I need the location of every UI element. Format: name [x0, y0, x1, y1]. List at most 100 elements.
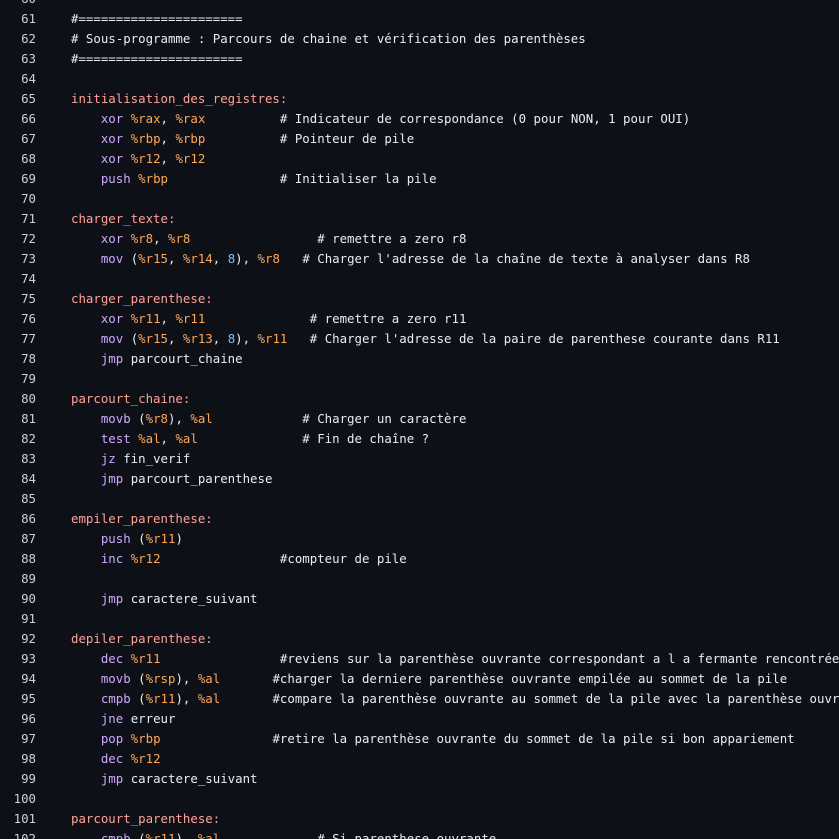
code-line[interactable]: 88 inc %r12 #compteur de pile	[0, 549, 839, 569]
code-token: ,	[160, 311, 176, 326]
code-line[interactable]: 100	[0, 789, 839, 809]
line-number: 74	[21, 271, 36, 286]
code-line[interactable]: 85	[0, 489, 839, 509]
code-token: ,	[168, 331, 183, 346]
code-line[interactable]: 81 movb (%r8), %al # Charger un caractèr…	[0, 409, 839, 429]
line-number: 93	[21, 651, 36, 666]
code-line[interactable]: 67 xor %rbp, %rbp # Pointeur de pile	[0, 129, 839, 149]
code-line[interactable]: 74	[0, 269, 839, 289]
line-number: 76	[21, 311, 36, 326]
code-token: dec	[100, 751, 124, 766]
line-content: xor %r12, %r12	[36, 149, 205, 169]
line-content: mov (%r15, %r14, 8), %r8 # Charger l'adr…	[36, 249, 750, 269]
code-token: # Sous-programme : Parcours de chaine et…	[71, 31, 586, 46]
code-token: depiler_parenthese:	[71, 631, 213, 646]
code-line[interactable]: 65 initialisation_des_registres:	[0, 89, 839, 109]
line-number: 99	[21, 771, 36, 786]
code-line[interactable]: 102 cmpb (%r11), %al # Si parenthese ouv…	[0, 829, 839, 839]
code-line[interactable]: 86 empiler_parenthese:	[0, 509, 839, 529]
code-line[interactable]: 97 pop %rbp #retire la parenthèse ouvran…	[0, 729, 839, 749]
code-line[interactable]: 63 #======================	[0, 49, 839, 69]
code-line[interactable]: 75 charger_parenthese:	[0, 289, 839, 309]
code-line[interactable]: 76 xor %r11, %r11 # remettre a zero r11	[0, 309, 839, 329]
code-token: jmp	[100, 591, 124, 606]
line-number: 95	[21, 691, 36, 706]
line-content: jz fin_verif	[36, 449, 191, 469]
code-line[interactable]: 83 jz fin_verif	[0, 449, 839, 469]
code-line[interactable]: 79	[0, 369, 839, 389]
code-line[interactable]: 94 movb (%rsp), %al #charger la derniere…	[0, 669, 839, 689]
code-token: %r12	[130, 151, 161, 166]
line-number: 94	[21, 671, 36, 686]
line-content: charger_parenthese:	[36, 289, 213, 309]
line-number: 90	[21, 591, 36, 606]
code-line[interactable]: 68 xor %r12, %r12	[0, 149, 839, 169]
code-token: empiler_parenthese:	[71, 511, 213, 526]
code-token: (	[130, 691, 146, 706]
code-line[interactable]: 73 mov (%r15, %r14, 8), %r8 # Charger l'…	[0, 249, 839, 269]
code-line[interactable]: 101 parcourt_parenthese:	[0, 809, 839, 829]
code-editor[interactable]: 60 61 #====================== 62 # Sous-prog…	[0, 0, 839, 839]
code-token: parcourt_chaine	[123, 351, 243, 366]
code-line[interactable]: 70	[0, 189, 839, 209]
line-number: 71	[21, 211, 36, 226]
code-line[interactable]: 69 push %rbp # Initialiser la pile	[0, 169, 839, 189]
code-lines: 60 61 #====================== 62 # Sous-prog…	[0, 0, 839, 839]
code-token: ),	[235, 251, 258, 266]
code-line[interactable]: 78 jmp parcourt_chaine	[0, 349, 839, 369]
code-line[interactable]: 77 mov (%r15, %r13, 8), %r11 # Charger l…	[0, 329, 839, 349]
code-token: test	[100, 431, 131, 446]
code-line[interactable]: 80 parcourt_chaine:	[0, 389, 839, 409]
code-line[interactable]: 96 jne erreur	[0, 709, 839, 729]
code-token: %al	[197, 691, 221, 706]
line-content: push (%r11)	[36, 529, 183, 549]
code-line[interactable]: 89	[0, 569, 839, 589]
code-line[interactable]: 87 push (%r11)	[0, 529, 839, 549]
code-token: # Charger l'adresse de la paire de paren…	[287, 331, 780, 346]
code-line[interactable]: 92 depiler_parenthese:	[0, 629, 839, 649]
code-line[interactable]: 95 cmpb (%r11), %al #compare la parenthè…	[0, 689, 839, 709]
code-line[interactable]: 90 jmp caractere_suivant	[0, 589, 839, 609]
code-line[interactable]: 60	[0, 0, 839, 9]
code-line[interactable]: 91	[0, 609, 839, 629]
line-content: xor %rbp, %rbp # Pointeur de pile	[36, 129, 414, 149]
line-number: 63	[21, 51, 36, 66]
code-token: ),	[175, 831, 198, 839]
code-token: push	[100, 171, 131, 186]
code-line[interactable]: 62 # Sous-programme : Parcours de chaine …	[0, 29, 839, 49]
code-line[interactable]: 66 xor %rax, %rax # Indicateur de corres…	[0, 109, 839, 129]
line-number: 68	[21, 151, 36, 166]
line-number: 67	[21, 131, 36, 146]
line-number: 80	[21, 391, 36, 406]
code-token: xor	[100, 311, 124, 326]
code-token: %al	[190, 411, 213, 426]
code-token: #retire la parenthèse ouvrante du sommet…	[160, 731, 795, 746]
code-token: %r12	[175, 151, 206, 166]
code-line[interactable]: 82 test %al, %al # Fin de chaîne ?	[0, 429, 839, 449]
code-line[interactable]: 84 jmp parcourt_parenthese	[0, 469, 839, 489]
line-content: jmp parcourt_parenthese	[36, 469, 273, 489]
line-content: test %al, %al # Fin de chaîne ?	[36, 429, 429, 449]
code-line[interactable]: 93 dec %r11 #reviens sur la parenthèse o…	[0, 649, 839, 669]
code-line[interactable]: 61 #======================	[0, 9, 839, 29]
code-line[interactable]: 98 dec %r12	[0, 749, 839, 769]
code-line[interactable]: 99 jmp caractere_suivant	[0, 769, 839, 789]
line-number: 70	[21, 191, 36, 206]
code-token: %rbp	[130, 131, 161, 146]
line-number: 77	[21, 331, 36, 346]
line-number: 83	[21, 451, 36, 466]
code-line[interactable]: 64	[0, 69, 839, 89]
code-token: #compteur de pile	[160, 551, 407, 566]
code-token: ,	[153, 231, 169, 246]
code-line[interactable]: 72 xor %r8, %r8 # remettre a zero r8	[0, 229, 839, 249]
line-content: #======================	[36, 49, 243, 69]
line-content	[36, 189, 71, 209]
code-line[interactable]: 71 charger_texte:	[0, 209, 839, 229]
